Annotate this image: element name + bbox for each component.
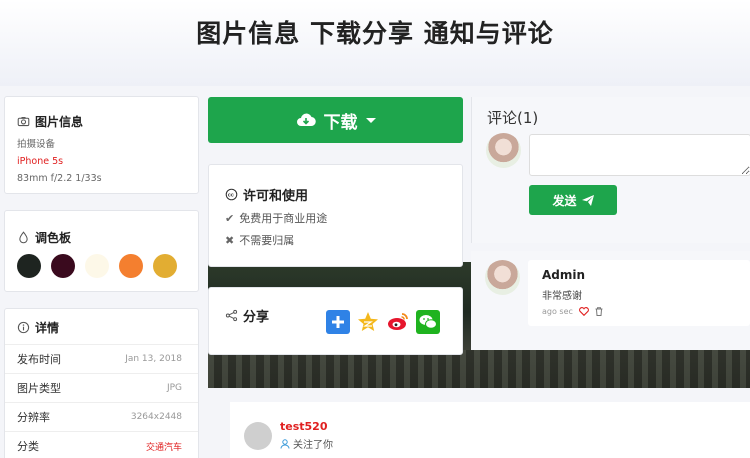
trash-icon[interactable]	[595, 307, 603, 316]
share-icon	[225, 309, 238, 322]
image-info-card: 图片信息 拍摄设备 iPhone 5s 83mm f/2.2 1/33s	[4, 96, 199, 194]
user-icon	[280, 438, 290, 449]
exif-info: 83mm f/2.2 1/33s	[17, 173, 102, 184]
license-title-text: 许可和使用	[243, 189, 309, 204]
content-area	[445, 402, 750, 458]
photo-bridge	[208, 350, 750, 388]
comment-meta: ago sec	[542, 307, 736, 316]
comment-author[interactable]: Admin	[542, 268, 736, 282]
comment-input[interactable]	[529, 134, 750, 176]
download-label: 下载	[323, 112, 358, 133]
color-swatch[interactable]	[17, 254, 41, 278]
category-link[interactable]: 交通汽车	[146, 440, 182, 453]
detail-value: 3264x2448	[130, 412, 182, 422]
color-swatch[interactable]	[119, 254, 143, 278]
details-card: 详情 发布时间 Jan 13, 2018 图片类型 JPG 分辨率 3264x2…	[4, 308, 199, 458]
comment-panel: 评论(1) 发送	[471, 97, 750, 243]
cloud-download-icon	[296, 113, 316, 127]
follow-text: 关注了你	[293, 440, 333, 451]
cross-icon: ✖	[225, 233, 235, 247]
info-title-text: 图片信息	[35, 115, 84, 129]
license-card-title: cc 许可和使用	[225, 185, 446, 204]
avatar	[485, 260, 520, 295]
comment-time: ago sec	[542, 307, 573, 316]
paper-plane-icon	[581, 194, 594, 206]
weibo-icon[interactable]	[386, 310, 410, 334]
heart-icon[interactable]	[578, 307, 589, 316]
avatar	[244, 422, 272, 450]
detail-row: 分辨率 3264x2448	[5, 403, 198, 432]
details-card-title: 详情	[5, 309, 198, 345]
info-icon	[17, 321, 30, 334]
detail-value: Jan 13, 2018	[125, 354, 182, 364]
check-icon: ✔	[225, 211, 235, 225]
share-title-text: 分享	[243, 310, 270, 325]
detail-label: 发布时间	[17, 353, 61, 366]
send-button[interactable]: 发送	[529, 185, 617, 215]
droplet-icon	[19, 231, 28, 244]
comment-text: 非常感谢	[542, 291, 582, 302]
follow-text-row: 关注了你	[280, 436, 333, 451]
swatch-list	[17, 254, 186, 278]
add-share-icon[interactable]	[326, 310, 350, 334]
comment-item: Admin 非常感谢 ago sec	[471, 251, 750, 350]
device-label: 拍摄设备	[17, 139, 56, 150]
device-name: iPhone 5s	[17, 156, 64, 167]
color-swatch[interactable]	[153, 254, 177, 278]
share-card: 分享	[208, 287, 463, 355]
comment-bubble: Admin 非常感谢 ago sec	[528, 260, 750, 326]
svg-text:cc: cc	[228, 193, 234, 199]
creative-commons-icon: cc	[225, 188, 238, 201]
palette-card: 调色板	[4, 210, 199, 292]
share-buttons	[326, 310, 440, 334]
info-card-title: 图片信息	[17, 113, 186, 130]
detail-label: 图片类型	[17, 382, 61, 395]
palette-card-title: 调色板	[17, 229, 186, 246]
license-item-text: 免费用于商业用途	[239, 212, 328, 225]
license-item: ✖ 不需要归属	[225, 232, 446, 248]
avatar	[486, 133, 521, 168]
camera-icon	[17, 117, 30, 127]
send-label: 发送	[552, 193, 577, 208]
license-card: cc 许可和使用 ✔ 免费用于商业用途 ✖ 不需要归属	[208, 164, 463, 267]
palette-title-text: 调色板	[35, 231, 72, 245]
comments-title: 评论(1)	[487, 109, 539, 127]
qzone-icon[interactable]	[356, 310, 380, 334]
chevron-down-icon	[365, 117, 376, 123]
license-item-text: 不需要归属	[239, 234, 295, 247]
download-button[interactable]: 下载	[208, 97, 463, 143]
detail-label: 分类	[17, 440, 39, 453]
license-item: ✔ 免费用于商业用途	[225, 210, 446, 226]
detail-row: 图片类型 JPG	[5, 374, 198, 403]
follow-notification: test520 关注了你	[230, 402, 445, 458]
detail-row: 分类 交通汽车	[5, 432, 198, 458]
follower-name[interactable]: test520	[280, 420, 328, 433]
wechat-icon[interactable]	[416, 310, 440, 334]
page-title: 图片信息 下载分享 通知与评论	[196, 19, 554, 48]
detail-value: JPG	[166, 383, 182, 393]
detail-label: 分辨率	[17, 411, 50, 424]
color-swatch[interactable]	[51, 254, 75, 278]
details-title-text: 详情	[35, 321, 60, 335]
color-swatch[interactable]	[85, 254, 109, 278]
detail-row: 发布时间 Jan 13, 2018	[5, 345, 198, 374]
